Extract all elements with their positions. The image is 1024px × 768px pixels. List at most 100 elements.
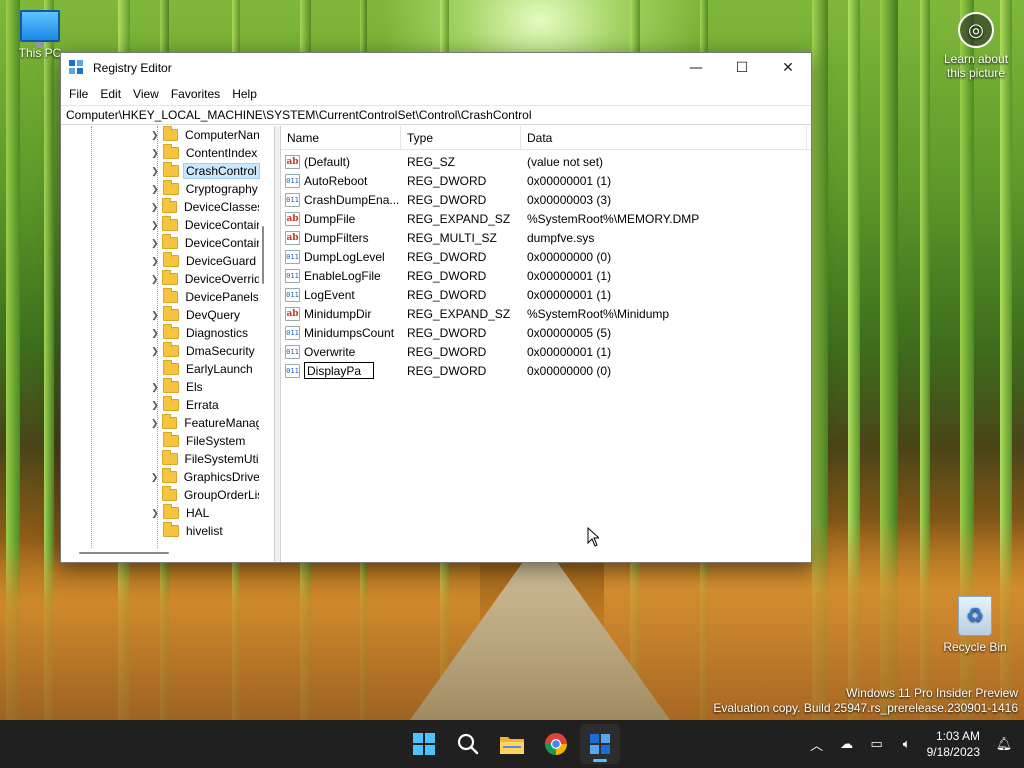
chevron-right-icon[interactable]: ❯ [149,202,160,213]
tree-item[interactable]: ❯ Cryptography [61,180,259,198]
column-header-type[interactable]: Type [401,126,521,150]
column-header-data[interactable]: Data [521,126,807,150]
folder-icon [163,522,179,537]
notification-bell-icon[interactable]: 🔔︎ [994,736,1014,752]
close-button[interactable]: ✕ [765,53,811,83]
value-data: 0x00000001 (1) [527,173,612,188]
chevron-right-icon[interactable]: ❯ [149,220,160,231]
tree-item[interactable]: ❯ DmaSecurity [61,342,259,360]
tree-item[interactable]: DevicePanels [61,288,259,306]
address-bar[interactable]: Computer\HKEY_LOCAL_MACHINE\SYSTEM\Curre… [61,105,811,125]
tree-item[interactable]: ❯ DeviceOverrid [61,270,259,288]
table-row[interactable]: ab DumpFilters REG_MULTI_SZ dumpfve.sys [281,228,811,247]
chevron-right-icon[interactable]: ❯ [149,400,161,411]
table-row[interactable]: 011 MinidumpsCount REG_DWORD 0x00000005 (5) [281,323,811,342]
chevron-right-icon[interactable]: ❯ [149,508,161,519]
menu-file[interactable]: File [63,87,94,101]
editor-panes: ❯ ComputerNan ❯ ContentIndex ❯ CrashControl ❯ C… [61,126,811,562]
tree-item[interactable]: GroupOrderLis [61,486,259,504]
chevron-right-icon[interactable]: ❯ [149,130,161,141]
tree-item[interactable]: FileSystem [61,432,259,450]
table-row[interactable]: 011 CrashDumpEna... REG_DWORD 0x00000003 (3… [281,190,811,209]
value-data: dumpfve.sys [527,230,595,245]
table-row[interactable]: 011 Overwrite REG_DWORD 0x00000001 (1) [281,342,811,361]
title-bar[interactable]: Registry Editor — ☐ ✕ [61,53,811,83]
registry-editor-taskbar-button[interactable] [580,724,620,764]
onedrive-offline-icon[interactable]: ☁ [837,736,857,752]
desktop-icon-learn-about-picture[interactable]: ◎ Learn about this picture [936,12,1016,80]
tree-item[interactable]: ❯ Els [61,378,259,396]
column-header-name[interactable]: Name [281,126,401,150]
menu-view[interactable]: View [127,87,165,101]
desktop-icon-recycle-bin[interactable]: ♻ Recycle Bin [940,596,1010,654]
menu-help[interactable]: Help [226,87,263,101]
tree-item[interactable]: ❯ DeviceGuard [61,252,259,270]
binary-value-icon: 011 [285,268,300,283]
tree-horizontal-scrollbar[interactable] [79,552,169,554]
menu-edit[interactable]: Edit [94,87,127,101]
chevron-right-icon[interactable]: ❯ [149,346,161,357]
key-tree[interactable]: ❯ ComputerNan ❯ ContentIndex ❯ CrashControl ❯ C… [61,126,275,562]
value-type: REG_EXPAND_SZ [407,306,511,321]
table-row[interactable]: 011 LogEvent REG_DWORD 0x00000001 (1) [281,285,811,304]
menu-bar: File Edit View Favorites Help [61,83,811,105]
table-row[interactable]: 011 DumpLogLevel REG_DWORD 0x00000000 (0) [281,247,811,266]
tree-item[interactable]: ❯ Diagnostics [61,324,259,342]
clock[interactable]: 1:03 AM 9/18/2023 [927,728,980,760]
tree-item[interactable]: ❯ FeatureManag [61,414,259,432]
table-row[interactable]: 011 EnableLogFile REG_DWORD 0x00000001 (1) [281,266,811,285]
table-row[interactable]: ab DumpFile REG_EXPAND_SZ %SystemRoot%\MEMO… [281,209,811,228]
menu-favorites[interactable]: Favorites [165,87,226,101]
tree-vertical-scrollbar[interactable] [262,226,264,284]
start-icon [413,733,435,755]
chevron-right-icon[interactable]: ❯ [149,472,160,483]
chevron-right-icon[interactable]: ❯ [149,382,161,393]
chevron-right-icon[interactable]: ❯ [149,148,161,159]
registry-editor-window[interactable]: Registry Editor — ☐ ✕ File Edit View Fav… [60,52,812,563]
file-explorer-button[interactable] [492,724,532,764]
table-row[interactable]: ab (Default) REG_SZ (value not set) [281,152,811,171]
folder-icon [162,216,178,231]
chevron-right-icon[interactable]: ❯ [149,238,160,249]
tree-item[interactable]: FileSystemUtil [61,450,259,468]
chevron-right-icon[interactable]: ❯ [149,310,161,321]
value-data: 0x00000000 (0) [527,249,612,264]
chevron-right-icon[interactable]: ❯ [149,328,161,339]
tree-item[interactable]: ❯ DeviceContair [61,234,259,252]
value-name: AutoReboot [304,173,368,188]
tree-item[interactable]: ❯ Errata [61,396,259,414]
tree-item[interactable]: ❯ DevQuery [61,306,259,324]
chevron-up-icon[interactable]: ︿ [807,735,827,754]
network-icon[interactable]: ▭ [867,736,887,752]
value-data: %SystemRoot%\Minidump [527,306,670,321]
tree-item[interactable]: ❯ CrashControl [61,162,260,180]
chevron-right-icon[interactable]: ❯ [149,256,161,267]
binary-value-icon: 011 [285,287,300,302]
start-button[interactable] [404,724,444,764]
registry-editor-icon [590,734,610,754]
tree-item[interactable]: ❯ ComputerNan [61,126,259,144]
table-row[interactable]: ab MinidumpDir REG_EXPAND_SZ %SystemRoot%\M… [281,304,811,323]
values-list[interactable]: Name Type Data ab (Default) REG_SZ (value n… [281,126,811,562]
chevron-right-icon[interactable]: ❯ [149,184,161,195]
search-button[interactable] [448,724,488,764]
desktop-icon-label: Recycle Bin [943,640,1007,654]
minimize-button[interactable]: — [673,53,719,83]
tree-item[interactable]: ❯ DeviceContair [61,216,259,234]
table-row-editing[interactable]: 011 REG_DWORD 0x00000000 (0) [281,361,811,380]
table-row[interactable]: 011 AutoReboot REG_DWORD 0x00000001 (1) [281,171,811,190]
volume-muted-icon[interactable]: 🔈︎ [897,736,917,752]
chevron-right-icon[interactable]: ❯ [149,166,161,177]
desktop-icon-label: This PC [18,46,62,60]
maximize-button[interactable]: ☐ [719,53,765,83]
tree-item[interactable]: ❯ ContentIndex [61,144,259,162]
tree-item[interactable]: ❯ DeviceClasses [61,198,259,216]
tree-item[interactable]: hivelist [61,522,259,540]
chrome-button[interactable] [536,724,576,764]
rename-value-input[interactable] [304,362,374,379]
chevron-right-icon[interactable]: ❯ [149,274,160,285]
tree-item[interactable]: ❯ GraphicsDriver [61,468,259,486]
tree-item[interactable]: ❯ HAL [61,504,259,522]
chevron-right-icon[interactable]: ❯ [149,418,160,429]
tree-item[interactable]: EarlyLaunch [61,360,259,378]
